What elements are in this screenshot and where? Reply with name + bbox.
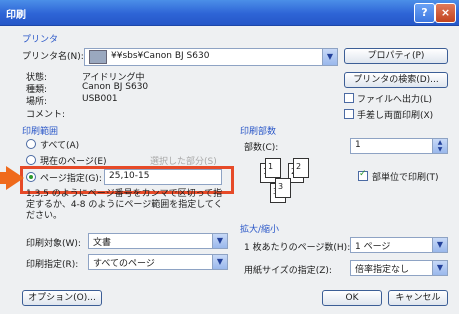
collate-page: 1 [265, 158, 281, 178]
print-pages-select[interactable]: すべてのページ ▼ [88, 254, 228, 270]
pages-per-sheet-select[interactable]: 1 ページ ▼ [350, 237, 448, 253]
comment-label: コメント: [26, 110, 66, 120]
title-bar: 印刷 ? × [0, 0, 459, 26]
collate-label: 部単位で印刷(T) [372, 173, 439, 183]
manual-duplex-label: 手差し両面印刷(X) [357, 111, 434, 121]
close-icon[interactable]: × [435, 3, 456, 23]
printer-icon [89, 50, 107, 64]
collate-page: 2 [293, 158, 309, 178]
printer-group-label: プリンタ [22, 35, 59, 45]
properties-button[interactable]: プロパティ(P) [344, 48, 448, 64]
range-current-radio[interactable] [26, 155, 36, 165]
where-label: 場所: [26, 97, 48, 107]
range-all-label: すべて(A) [40, 141, 80, 151]
printer-name-select[interactable]: ¥¥sbs¥Canon BJ S630 ▼ [84, 48, 338, 66]
copies-spinner[interactable]: 1 ▲ ▼ [350, 138, 448, 154]
range-group-label: 印刷範囲 [22, 127, 59, 137]
print-to-file-label: ファイルへ出力(L) [357, 95, 433, 105]
pages-per-sheet-value: 1 ページ [355, 242, 391, 252]
print-to-file-checkbox[interactable] [344, 93, 354, 103]
printer-name-value: ¥¥sbs¥Canon BJ S630 [111, 51, 210, 61]
find-printer-button[interactable]: プリンタの検索(D)... [344, 72, 448, 88]
chevron-down-icon[interactable]: ▼ [212, 234, 227, 248]
copies-count-label: 部数(C): [244, 143, 279, 153]
paper-size-label: 用紙サイズの指定(Z): [244, 266, 332, 276]
paper-size-value: 倍率指定なし [355, 265, 410, 275]
copies-count-value: 1 [355, 140, 361, 150]
print-dialog: 印刷 ? × プリンタ プリンタ名(N): ¥¥sbs¥Canon BJ S63… [0, 0, 459, 314]
chevron-down-icon[interactable]: ▼ [212, 255, 227, 269]
where-value: USB001 [82, 94, 118, 104]
print-what-label: 印刷対象(W): [26, 239, 81, 249]
collate-checkbox[interactable] [358, 169, 368, 181]
window-title: 印刷 [6, 10, 26, 21]
cancel-button[interactable]: キャンセル [388, 290, 448, 306]
manual-duplex-checkbox[interactable] [344, 109, 354, 119]
print-pages-label: 印刷指定(R): [26, 260, 79, 270]
chevron-down-icon[interactable]: ▼ [322, 49, 337, 65]
zoom-group-label: 拡大/縮小 [240, 225, 280, 235]
spinner-arrows-icon[interactable]: ▲ ▼ [432, 139, 447, 153]
chevron-down-icon[interactable]: ▼ [432, 261, 447, 275]
collate-page: 3 [275, 178, 291, 198]
chevron-down-icon[interactable]: ▼ [432, 238, 447, 252]
copies-group-label: 印刷部数 [240, 127, 277, 137]
range-help-text: 1,3,5 のようにページ番号をカンマで区切って指定するか、4-8 のようにペー… [26, 189, 223, 221]
paper-size-select[interactable]: 倍率指定なし ▼ [350, 260, 448, 276]
options-button[interactable]: オプション(O)... [22, 290, 102, 306]
pages-per-sheet-label: 1 枚あたりのページ数(H): [244, 243, 351, 253]
type-value: Canon BJ S630 [82, 82, 149, 92]
ok-button[interactable]: OK [322, 290, 382, 306]
arrow-icon [6, 166, 24, 190]
print-pages-value: すべてのページ [93, 259, 155, 269]
range-all-radio[interactable] [26, 139, 36, 149]
print-what-select[interactable]: 文書 ▼ [88, 233, 228, 249]
help-icon[interactable]: ? [414, 3, 435, 23]
printer-name-label: プリンタ名(N): [22, 52, 84, 62]
print-what-value: 文書 [93, 238, 112, 248]
